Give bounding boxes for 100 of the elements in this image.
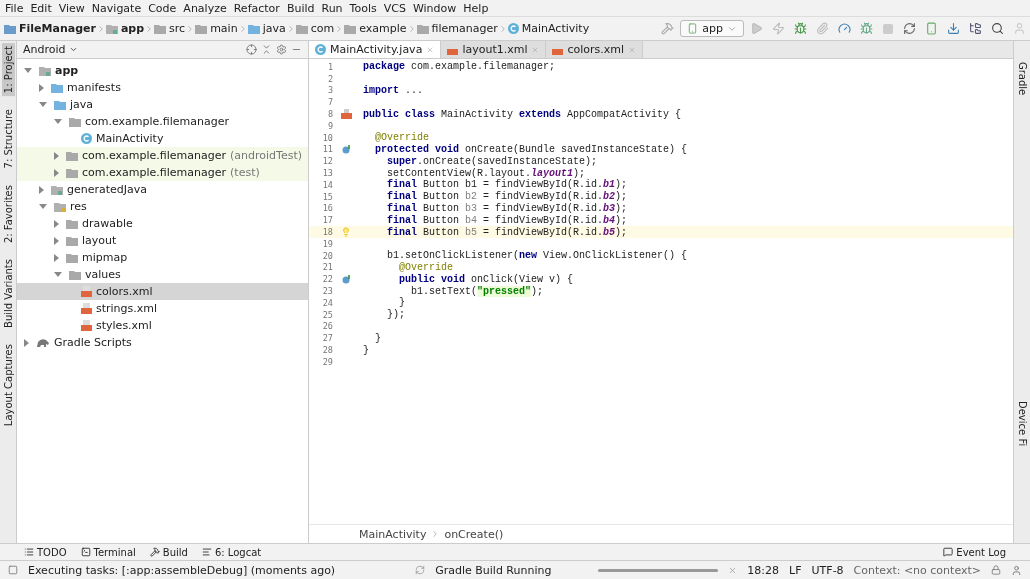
menu-item[interactable]: Navigate [91, 1, 142, 15]
tree-item[interactable]: com.example.filemanager (test) [17, 164, 308, 181]
crosshair-icon[interactable] [246, 44, 257, 55]
editor-tab[interactable]: colors.xml [546, 41, 644, 58]
background-task-label[interactable]: Gradle Build Running [435, 563, 552, 577]
code-breadcrumb[interactable]: MainActivity [359, 527, 427, 541]
menu-item[interactable]: File [5, 1, 24, 15]
caret-position[interactable]: 18:28 [747, 563, 780, 577]
folder-tree-icon[interactable] [969, 22, 982, 35]
line-number: 20 [321, 250, 333, 261]
attach-icon[interactable] [816, 22, 829, 35]
code-text: super.onCreate(savedInstanceState); [386, 155, 598, 167]
stop-icon[interactable] [882, 22, 894, 35]
class-icon [315, 44, 326, 55]
bug-icon[interactable] [794, 22, 807, 35]
breadcrumb-item[interactable]: app [105, 22, 145, 35]
collapse-icon[interactable] [261, 44, 272, 55]
close-icon[interactable] [426, 45, 435, 54]
tree-item[interactable]: app [17, 62, 308, 79]
folder-icon [66, 252, 78, 263]
run-configuration-dropdown[interactable]: app [680, 20, 744, 37]
override-icon[interactable] [341, 144, 351, 154]
download-icon[interactable] [947, 22, 960, 35]
close-icon[interactable] [628, 45, 637, 54]
line-number: 22 [321, 274, 333, 285]
tool-window-tab[interactable]: Gradle [1015, 59, 1029, 99]
folder-icon [4, 23, 16, 34]
menu-item[interactable]: Window [412, 1, 457, 15]
editor-tab[interactable]: MainActivity.java [309, 41, 442, 58]
close-icon[interactable] [531, 45, 540, 54]
tree-item[interactable]: manifests [17, 79, 308, 96]
tool-window-tab[interactable]: 6: Logcat [201, 546, 262, 558]
folder-icon [54, 99, 66, 110]
tool-window-tab[interactable]: Device Fi [1015, 398, 1029, 450]
search-icon[interactable] [991, 22, 1004, 35]
override-icon[interactable] [341, 274, 351, 284]
file-encoding[interactable]: UTF-8 [811, 563, 844, 577]
tool-window-tab[interactable]: Build [149, 546, 188, 558]
menu-item[interactable]: Help [463, 1, 489, 15]
tree-item[interactable]: res [17, 198, 308, 215]
menu-item[interactable]: Refactor [233, 1, 280, 15]
tool-window-tab[interactable]: Build Variants [1, 255, 15, 331]
tree-item[interactable]: drawable [17, 215, 308, 232]
tree-item[interactable]: colors.xml [17, 283, 308, 300]
editor-tab[interactable]: layout1.xml [441, 41, 547, 58]
project-view-dropdown[interactable]: Android [23, 43, 78, 56]
tool-window-tab[interactable]: 2: Favorites [1, 181, 15, 246]
tree-item[interactable]: styles.xml [17, 317, 308, 334]
sync-icon[interactable] [903, 22, 916, 35]
tool-window-tab[interactable]: Terminal [80, 546, 136, 558]
menu-item[interactable]: Tools [349, 1, 377, 15]
code-breadcrumb[interactable]: onCreate() [444, 527, 504, 541]
tree-item[interactable]: mipmap [17, 249, 308, 266]
phone-icon[interactable] [925, 22, 938, 35]
lightning-icon[interactable] [772, 22, 785, 35]
breadcrumb-item[interactable]: example [344, 22, 407, 35]
code-text: final Button b3 = findViewById(R.id.b3); [386, 202, 628, 214]
user-icon[interactable] [1013, 22, 1026, 35]
breadcrumb-item[interactable]: src [154, 22, 186, 35]
tree-item[interactable]: strings.xml [17, 300, 308, 317]
close-icon[interactable] [728, 565, 738, 575]
breadcrumb-item[interactable]: filemanager [416, 22, 498, 35]
breadcrumb-item[interactable]: MainActivity [507, 22, 590, 35]
square-icon[interactable] [8, 565, 18, 575]
menu-item[interactable]: Code [148, 1, 177, 15]
menu-item[interactable]: Build [286, 1, 315, 15]
hammer-icon[interactable] [661, 22, 675, 35]
layout-file-icon[interactable] [340, 109, 352, 120]
tool-window-tab[interactable]: Layout Captures [1, 340, 15, 429]
tree-item[interactable]: layout [17, 232, 308, 249]
context-label[interactable]: Context: <no context> [853, 563, 981, 577]
breadcrumb-item[interactable]: FileManager [4, 22, 96, 35]
breadcrumb-item[interactable]: main [195, 22, 238, 35]
folder-icon [66, 167, 78, 178]
line-number: 25 [321, 309, 333, 320]
settings-icon[interactable] [276, 44, 287, 55]
tree-item[interactable]: values [17, 266, 308, 283]
tool-window-tab[interactable]: 1: Project [1, 43, 15, 97]
menu-item[interactable]: Edit [30, 1, 52, 15]
tree-item[interactable]: com.example.filemanager (androidTest) [17, 147, 308, 164]
breadcrumb-item[interactable]: java [247, 22, 286, 35]
tool-window-tab[interactable]: TODO [24, 546, 67, 558]
lightbulb-icon[interactable] [341, 227, 351, 238]
line-separator[interactable]: LF [789, 563, 802, 577]
menu-item[interactable]: Analyze [183, 1, 227, 15]
lock-icon[interactable] [991, 565, 1001, 575]
breadcrumb-item[interactable]: com [295, 22, 335, 35]
event-log-tab[interactable]: Event Log [943, 546, 1006, 558]
gauge-icon[interactable] [838, 22, 851, 35]
menu-item[interactable]: VCS [383, 1, 406, 15]
tree-item[interactable]: com.example.filemanager [17, 113, 308, 130]
menu-item[interactable]: Run [321, 1, 343, 15]
tree-item[interactable]: MainActivity [17, 130, 308, 147]
tree-item[interactable]: generatedJava [17, 181, 308, 198]
bug-icon[interactable] [860, 22, 873, 35]
tree-item[interactable]: Gradle Scripts [17, 334, 308, 351]
tree-item[interactable]: java [17, 96, 308, 113]
play-icon[interactable] [750, 22, 763, 35]
menu-item[interactable]: View [58, 1, 85, 15]
tool-window-tab[interactable]: 7: Structure [1, 106, 15, 172]
